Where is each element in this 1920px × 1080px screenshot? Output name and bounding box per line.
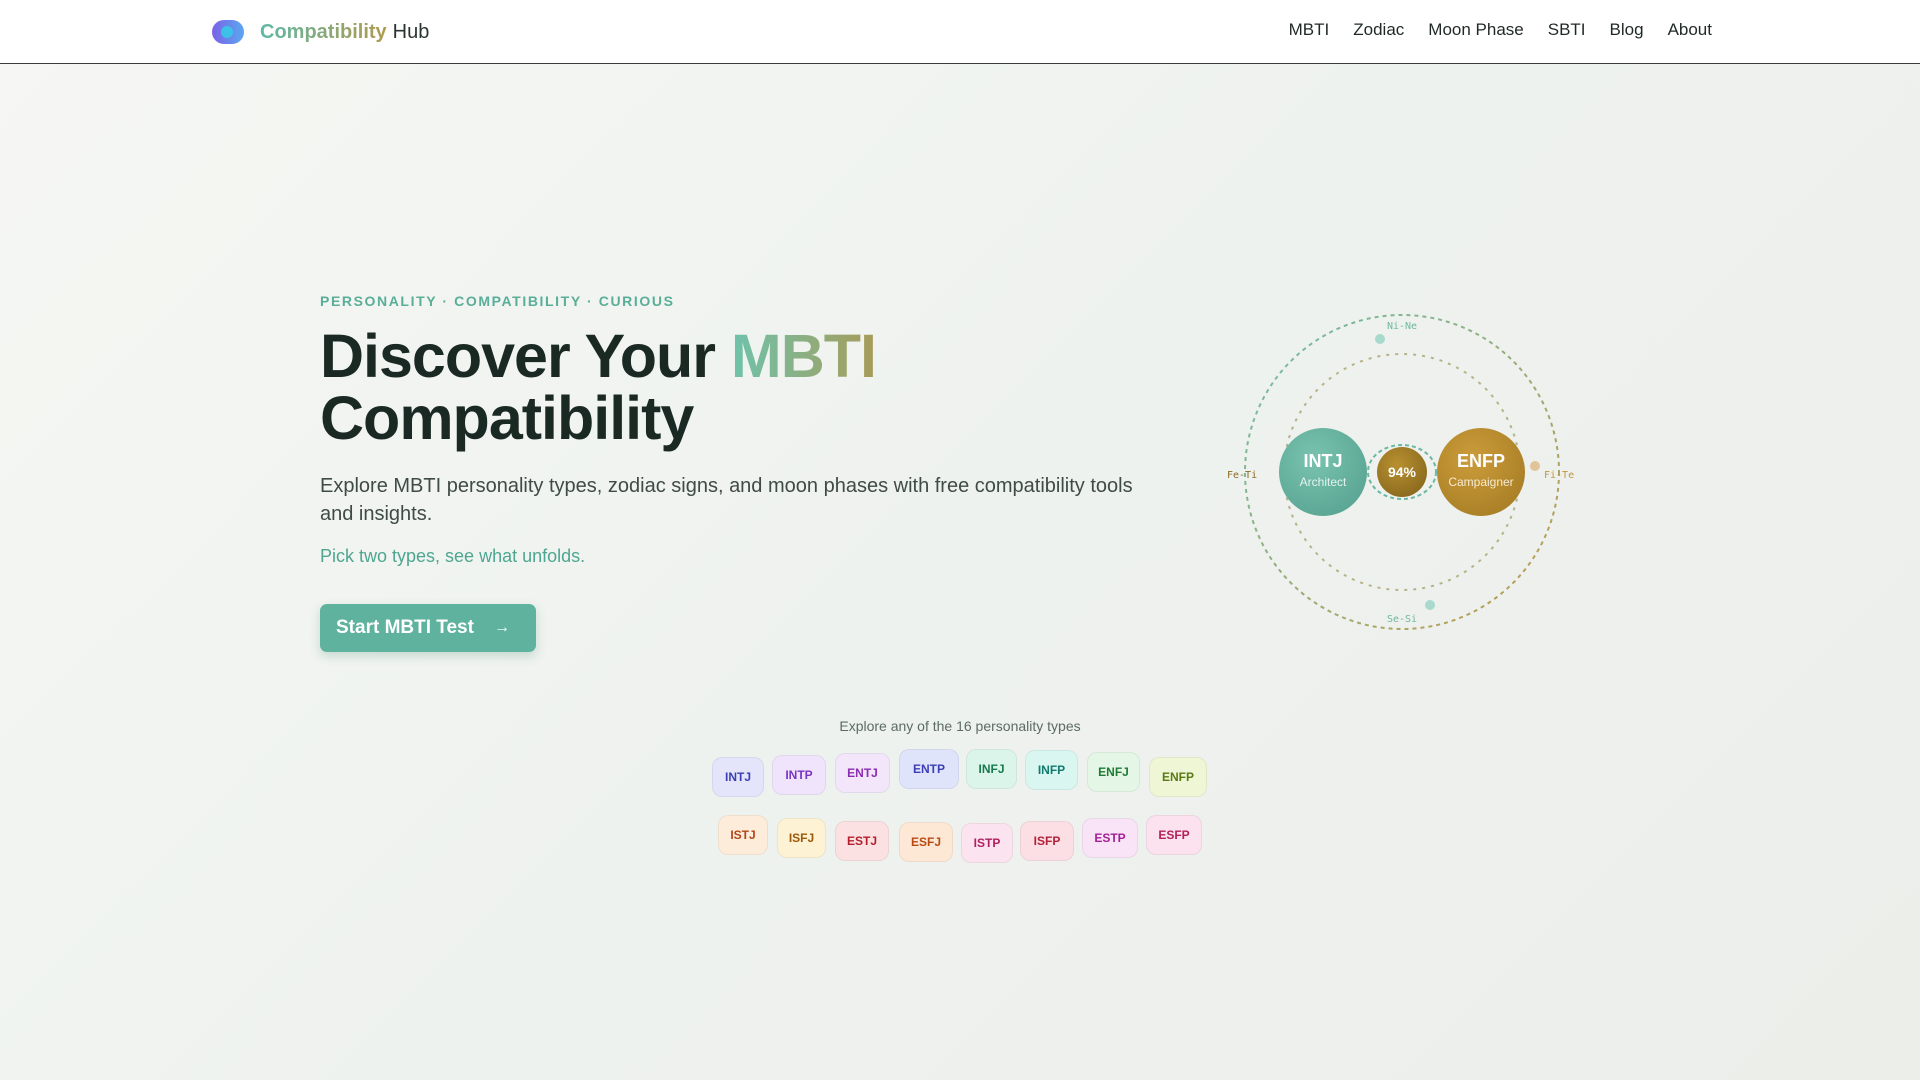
types-caption: Explore any of the 16 personality types <box>839 718 1081 734</box>
overlapping-circles-icon <box>212 20 244 44</box>
type-bubble-left-name: Architect <box>1300 475 1347 489</box>
type-bubble-left[interactable] <box>1279 428 1367 516</box>
orbit-label-bottom: Se-Si <box>1387 614 1417 625</box>
type-chip-estj[interactable]: ESTJ <box>835 821 889 861</box>
brand[interactable]: Compatibility Hub <box>212 19 429 45</box>
type-chip-infj[interactable]: INFJ <box>966 749 1017 789</box>
top-navbar: Compatibility Hub MBTI Zodiac Moon Phase … <box>0 0 1920 64</box>
hero-title-accent: MBTI <box>730 322 877 390</box>
type-chip-intj[interactable]: INTJ <box>712 757 764 797</box>
nav-link-zodiac[interactable]: Zodiac <box>1353 20 1404 40</box>
orbit-dot-right <box>1530 461 1540 471</box>
nav-link-blog[interactable]: Blog <box>1610 20 1644 40</box>
type-chip-entj[interactable]: ENTJ <box>835 753 890 793</box>
nav-link-sbti[interactable]: SBTI <box>1548 20 1586 40</box>
orbit-dot-bottom <box>1425 600 1435 610</box>
start-mbti-test-button[interactable]: Start MBTI Test → <box>320 604 536 652</box>
type-chip-isfj[interactable]: ISFJ <box>777 818 826 858</box>
type-chip-istp[interactable]: ISTP <box>961 823 1013 863</box>
orbit-label-top: Ni-Ne <box>1387 321 1417 332</box>
type-bubble-left-code: INTJ <box>1303 451 1342 471</box>
arrow-right-icon: → <box>493 619 510 636</box>
orbit-label-right: Fi-Te <box>1544 470 1574 481</box>
brand-name-part1: Compatibility <box>260 20 387 43</box>
type-chip-istj[interactable]: ISTJ <box>718 815 768 855</box>
orbit-dot-top <box>1375 334 1385 344</box>
orbit-label-left: Fe-Ti <box>1227 470 1257 481</box>
hero-eyebrow: PERSONALITY · COMPATIBILITY · CURIOUS <box>320 293 675 309</box>
type-bubble-right[interactable] <box>1437 428 1525 516</box>
hero-title-part1: Discover Your <box>320 322 716 390</box>
brand-name: Compatibility Hub <box>260 21 429 44</box>
type-chip-esfj[interactable]: ESFJ <box>899 822 953 862</box>
compatibility-score: 94% <box>1388 464 1417 480</box>
type-chip-estp[interactable]: ESTP <box>1082 818 1138 858</box>
type-chip-isfp[interactable]: ISFP <box>1020 821 1074 861</box>
brand-name-part2: Hub <box>392 20 430 43</box>
nav-links: MBTI Zodiac Moon Phase SBTI Blog About <box>1289 20 1712 40</box>
hero-title: Discover Your MBTI Compatibility <box>320 325 1020 449</box>
type-chip-enfp[interactable]: ENFP <box>1149 757 1207 797</box>
type-chip-esfp[interactable]: ESFP <box>1146 815 1202 855</box>
compatibility-orbit-diagram: Ni-Ne Se-Si Fe-Ti Fi-Te INTJ Architect E… <box>1227 314 1574 630</box>
type-bubble-right-code: ENFP <box>1457 451 1505 471</box>
nav-link-moon-phase[interactable]: Moon Phase <box>1428 20 1523 40</box>
cta-label: Start MBTI Test <box>336 617 474 638</box>
type-chip-intp[interactable]: INTP <box>772 755 826 795</box>
type-chip-infp[interactable]: INFP <box>1025 750 1078 790</box>
nav-link-mbti[interactable]: MBTI <box>1289 20 1330 40</box>
hero-note: Pick two types, see what unfolds. <box>320 546 586 566</box>
type-bubble-right-name: Campaigner <box>1448 475 1513 489</box>
hero-subtitle: Explore MBTI personality types, zodiac s… <box>320 475 1133 525</box>
type-chip-entp[interactable]: ENTP <box>899 749 959 789</box>
type-chip-enfj[interactable]: ENFJ <box>1087 752 1140 792</box>
nav-link-about[interactable]: About <box>1668 20 1712 40</box>
hero-title-part2: Compatibility <box>320 384 694 452</box>
